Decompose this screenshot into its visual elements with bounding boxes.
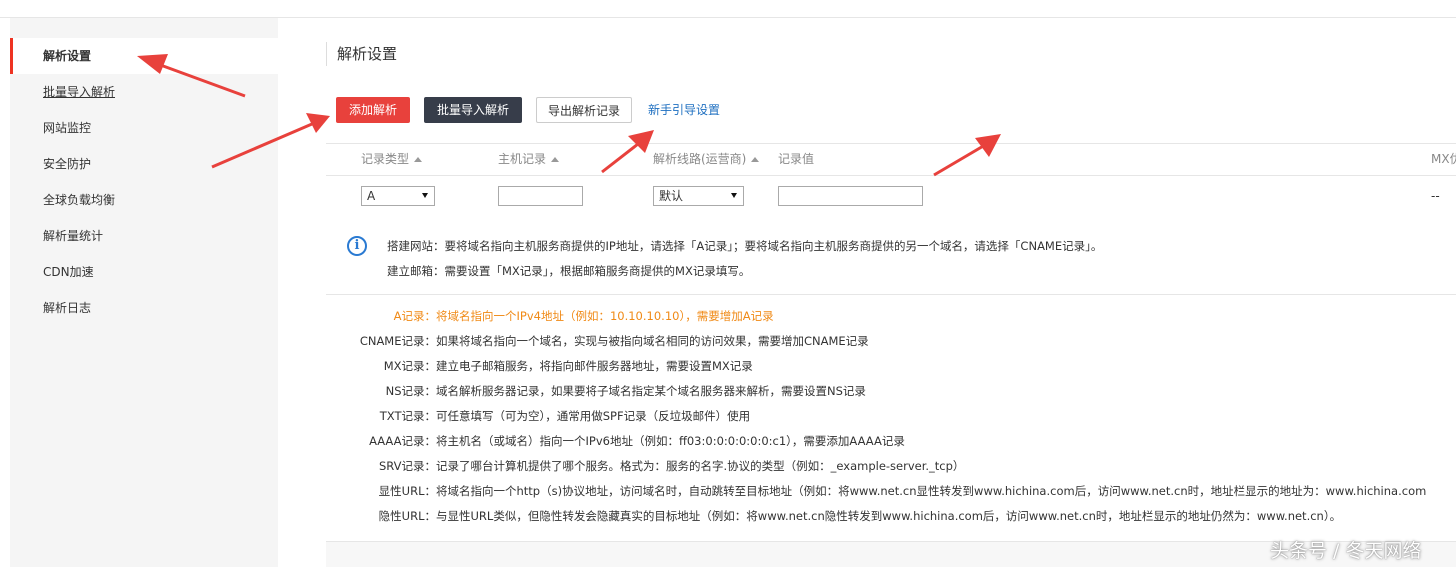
table-row: A 默认 -- — [326, 176, 1456, 219]
watermark: 头条号 / 冬天网络 — [1270, 540, 1422, 562]
sidebar: 解析设置 批量导入解析 网站监控 安全防护 全球负载均衡 解析量统计 CDN加速… — [10, 18, 278, 567]
record-types-help: A记录：将域名指向一个IPv4地址（例如：10.10.10.10），需要增加A记… — [326, 295, 1456, 542]
record-help-implicit-url: 隐性URL：与显性URL类似，但隐性转发会隐藏真实的目标地址（例如：将www.n… — [378, 509, 1342, 523]
sidebar-item-label: CDN加速 — [43, 265, 94, 279]
sort-asc-icon — [551, 157, 560, 162]
column-header-mx: MX优 — [1431, 152, 1456, 166]
sidebar-item-label: 解析设置 — [43, 49, 92, 63]
sidebar-item-label: 解析日志 — [43, 301, 92, 315]
host-record-input[interactable] — [498, 186, 583, 206]
page-title: 解析设置 — [326, 42, 397, 66]
sidebar-item-security[interactable]: 安全防护 — [10, 146, 278, 182]
top-bar — [0, 0, 1456, 18]
record-type-select[interactable]: A — [361, 186, 435, 206]
record-help-txt: TXT记录：可任意填写（可为空），通常用做SPF记录（反垃圾邮件）使用 — [379, 409, 751, 423]
record-help-aaaa: AAAA记录：将主机名（或域名）指向一个IPv6地址（例如：ff03:0:0:0… — [369, 434, 905, 448]
add-record-button[interactable]: 添加解析 — [336, 97, 410, 123]
sidebar-item-cdn[interactable]: CDN加速 — [10, 254, 278, 290]
sidebar-item-label: 解析量统计 — [43, 229, 104, 243]
sidebar-item-site-monitor[interactable]: 网站监控 — [10, 110, 278, 146]
export-records-button[interactable]: 导出解析记录 — [536, 97, 632, 123]
sidebar-item-statistics[interactable]: 解析量统计 — [10, 218, 278, 254]
guide-settings-link[interactable]: 新手引导设置 — [648, 97, 720, 123]
record-value-input[interactable] — [778, 186, 923, 206]
mx-priority-value: -- — [1431, 189, 1440, 203]
sidebar-item-load-balance[interactable]: 全球负载均衡 — [10, 182, 278, 218]
record-help-explicit-url: 显性URL：将域名指向一个http（s)协议地址，访问域名时，自动跳转至目标地址… — [378, 484, 1427, 498]
sidebar-item-batch-import[interactable]: 批量导入解析 — [10, 74, 278, 110]
column-header-value: 记录值 — [778, 152, 815, 166]
sidebar-item-label: 安全防护 — [43, 157, 92, 171]
record-help-cname: CNAME记录：如果将域名指向一个域名，实现与被指向域名相同的访问效果，需要增加… — [359, 334, 869, 348]
column-header-host[interactable]: 主机记录 — [498, 144, 560, 175]
record-help-a: A记录：将域名指向一个IPv4地址（例如：10.10.10.10），需要增加A记… — [393, 309, 774, 323]
column-header-record-type[interactable]: 记录类型 — [361, 144, 423, 175]
line-select[interactable]: 默认 — [653, 186, 744, 206]
sidebar-item-label: 批量导入解析 — [43, 85, 116, 99]
tip-line-email: 建立邮箱：需要设置「MX记录」，根据邮箱服务商提供的MX记录填写。 — [387, 264, 751, 278]
sort-asc-icon — [414, 157, 423, 162]
sidebar-item-logs[interactable]: 解析日志 — [10, 290, 278, 326]
record-help-srv: SRV记录：记录了哪台计算机提供了哪个服务。格式为：服务的名字.协议的类型（例如… — [378, 459, 965, 473]
dropdown-caret-icon — [731, 193, 737, 198]
batch-import-button[interactable]: 批量导入解析 — [424, 97, 522, 123]
sidebar-item-label: 网站监控 — [43, 121, 92, 135]
tip-line-website: 搭建网站：要将域名指向主机服务商提供的IP地址，请选择「A记录」；要将域名指向主… — [387, 239, 1103, 253]
help-tip-box: i 搭建网站：要将域名指向主机服务商提供的IP地址，请选择「A记录」；要将域名指… — [326, 218, 1456, 295]
record-help-ns: NS记录：域名解析服务器记录，如果要将子域名指定某个域名服务器来解析，需要设置N… — [385, 384, 866, 398]
dropdown-caret-icon — [422, 193, 428, 198]
record-help-mx: MX记录：建立电子邮箱服务，将指向邮件服务器地址，需要设置MX记录 — [383, 359, 753, 373]
sidebar-item-label: 全球负载均衡 — [43, 193, 116, 207]
sidebar-item-dns-settings[interactable]: 解析设置 — [10, 38, 278, 74]
sort-asc-icon — [751, 157, 760, 162]
info-icon: i — [347, 236, 367, 256]
table-header: 记录类型 主机记录 解析线路(运营商) 记录值 MX优 — [326, 143, 1456, 176]
main-content: 解析设置 添加解析 批量导入解析 导出解析记录 新手引导设置 记录类型 主机记录… — [278, 18, 1456, 567]
column-header-line[interactable]: 解析线路(运营商) — [653, 144, 760, 175]
